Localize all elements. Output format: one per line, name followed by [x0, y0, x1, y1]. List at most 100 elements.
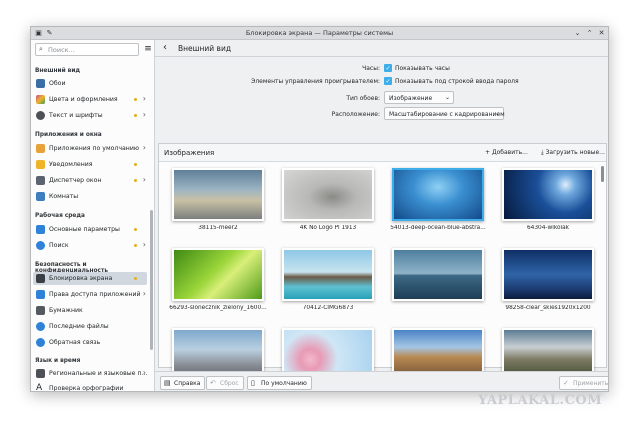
watermark: YAPLAKAL.COM [478, 393, 603, 408]
sidebar-item-feedback[interactable]: Обратная связь [33, 336, 147, 349]
minimize-icon[interactable]: ⌄ [573, 29, 582, 38]
gallery-title: Изображения [164, 149, 215, 157]
reset-button[interactable]: ↶ Сброс [206, 376, 244, 390]
feedback-icon [36, 338, 45, 347]
window-title: Блокировка экрана — Параметры системы [245, 29, 394, 37]
chevron-right-icon: › [142, 175, 146, 184]
help-icon: ▤ [164, 379, 171, 387]
sidebar-item-screen-lock[interactable]: Блокировка экрана [33, 272, 147, 285]
section-apps-windows: Приложения и окна [35, 132, 102, 138]
clock-checkbox[interactable]: ✓ [384, 64, 392, 72]
defaults-button[interactable]: ▯ По умолчанию [247, 376, 312, 390]
sidebar-item-search[interactable]: Поиск › [33, 239, 147, 252]
sidebar-item-general[interactable]: Основные параметры [33, 223, 147, 236]
footer-bar: ▤ Справка ↶ Сброс ▯ По умолчанию ✓ Применить [155, 371, 608, 391]
font-icon [36, 111, 45, 120]
wallpaper-type-label: Тип обоев: [346, 95, 380, 102]
sidebar-item-activities[interactable]: Комнаты [33, 190, 147, 203]
settings-window: ▣ ✎ Блокировка экрана — Параметры систем… [30, 26, 609, 392]
sidebar-item-notifications[interactable]: Уведомления [33, 158, 147, 171]
check-icon: ✓ [563, 379, 569, 387]
changed-indicator [134, 244, 137, 247]
wallpaper-thumbnail[interactable] [502, 168, 594, 221]
media-controls-checkbox-label: Показывать под строкой ввода пароля [395, 78, 519, 85]
search-input[interactable]: ⌕ Поиск... [35, 43, 139, 56]
back-arrow-icon[interactable]: ‹ [163, 42, 167, 53]
position-label: Расположение: [331, 111, 380, 118]
changed-indicator [134, 114, 137, 117]
wallpaper-thumbnail[interactable] [392, 248, 484, 301]
media-controls-checkbox[interactable]: ✓ [384, 77, 392, 85]
chevron-right-icon: › [142, 368, 146, 377]
sidebar: ⌕ Поиск... ≡ Внешний вид Обои Цвета и оф… [31, 40, 155, 392]
chevron-down-icon: ⌄ [494, 110, 500, 117]
window-icon [36, 176, 45, 185]
wallpaper-label: 4K No Logo Pl 1913 [299, 225, 357, 231]
image-gallery: Изображения + Добавить... ⤓ Загрузить но… [158, 143, 607, 381]
wallpaper-thumbnail[interactable] [502, 248, 594, 301]
sidebar-item-wallet[interactable]: Бумажник [33, 304, 147, 317]
close-icon[interactable]: ✕ [597, 29, 606, 38]
activities-icon [36, 192, 45, 201]
sidebar-item-spellcheck[interactable]: A Проверка орфографии [33, 382, 147, 392]
wallpaper-label: 66293-slonecznik_zielony_1600... [169, 305, 267, 311]
main-panel: ‹ Внешний вид Часы: ✓ Показывать часы Эл… [155, 40, 608, 391]
palette-icon [36, 95, 45, 104]
wallpaper-label: 64304-wlkolak [526, 225, 570, 231]
region-icon [36, 369, 45, 378]
apply-button[interactable]: ✓ Применить [559, 376, 608, 390]
settings-icon [36, 225, 45, 234]
search-icon [36, 241, 45, 250]
chevron-down-icon: ⌄ [444, 94, 450, 101]
download-new-button[interactable]: ⤓ Загрузить новые... [541, 149, 605, 157]
menu-icon[interactable]: ≡ [143, 43, 153, 56]
wallpaper-thumbnail[interactable] [392, 168, 484, 221]
clock-label: Часы: [362, 65, 380, 72]
sidebar-item-wallpaper[interactable]: Обои [33, 77, 147, 90]
wallpaper-icon [36, 79, 45, 88]
wallpaper-thumbnail[interactable] [282, 248, 374, 301]
chevron-right-icon: › [142, 143, 146, 152]
gallery-header: Изображения + Добавить... ⤓ Загрузить но… [159, 144, 606, 162]
maximize-icon[interactable]: ⌃ [585, 29, 594, 38]
page-header: ‹ Внешний вид [155, 40, 608, 57]
wallpaper-thumbnail[interactable] [282, 168, 374, 221]
wallpaper-thumbnail[interactable] [172, 248, 264, 301]
changed-indicator [134, 228, 137, 231]
sidebar-item-app-permissions[interactable]: Права доступа приложений › [33, 288, 147, 301]
section-language-time: Язык и время [35, 358, 81, 364]
sidebar-item-recent-files[interactable]: Последние файлы [33, 320, 147, 333]
sidebar-item-default-apps[interactable]: Приложения по умолчанию › [33, 142, 147, 155]
wallpaper-label: 54013-deep-ocean-blue-abstra... [390, 225, 486, 231]
sidebar-item-fonts[interactable]: Текст и шрифты › [33, 109, 147, 122]
section-appearance: Внешний вид [35, 68, 81, 74]
help-button[interactable]: ▤ Справка [160, 376, 206, 390]
page-title: Внешний вид [178, 44, 232, 53]
sidebar-scrollbar[interactable] [150, 210, 153, 350]
chevron-right-icon: › [142, 289, 146, 298]
bell-icon [36, 160, 45, 169]
position-select[interactable]: Масштабирование с кадрированием ⌄ [384, 107, 505, 120]
chevron-right-icon: › [142, 94, 146, 103]
clock-icon [36, 322, 45, 331]
shield-icon [36, 290, 45, 299]
media-controls-label: Элементы управления проигрывателем: [251, 78, 380, 85]
wallpaper-thumbnail[interactable] [172, 168, 264, 221]
title-bar: ▣ ✎ Блокировка экрана — Параметры систем… [31, 27, 608, 40]
wallpaper-type-select[interactable]: Изображение ⌄ [384, 91, 454, 104]
changed-indicator [134, 163, 137, 166]
sidebar-item-window-manager[interactable]: Диспетчер окон › [33, 174, 147, 187]
wallpaper-label: 98258-clear_skies1920x1200 [505, 305, 591, 311]
add-button[interactable]: + Добавить... [485, 149, 528, 156]
sidebar-item-regional[interactable]: Региональные и языковые п... › [33, 367, 147, 380]
clock-checkbox-label: Показывать часы [395, 65, 450, 72]
search-icon: ⌕ [39, 45, 43, 53]
gallery-scrollbar[interactable] [601, 166, 604, 182]
changed-indicator [134, 179, 137, 182]
wallpaper-label: 38115-meer2 [198, 225, 238, 231]
chevron-right-icon: › [142, 240, 146, 249]
sidebar-item-colors[interactable]: Цвета и оформления › [33, 93, 147, 106]
changed-indicator [134, 98, 137, 101]
document-icon: ▯ [251, 379, 255, 387]
wallet-icon [36, 306, 45, 315]
